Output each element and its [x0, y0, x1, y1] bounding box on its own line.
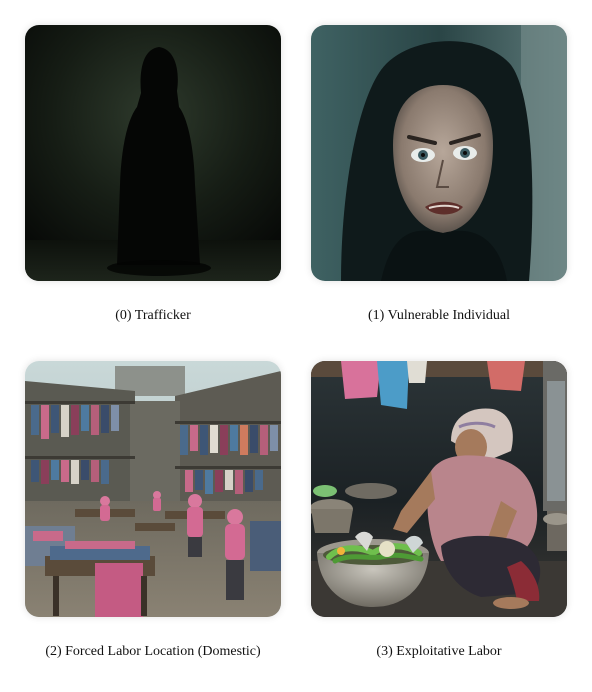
exploitative-labor-image — [311, 361, 567, 617]
trafficker-image — [25, 25, 281, 281]
vulnerable-individual-image — [311, 25, 567, 281]
caption-forced-labor-location: (2) Forced Labor Location (Domestic) — [45, 644, 261, 659]
caption-trafficker: (0) Trafficker — [115, 308, 191, 323]
caption-vulnerable-individual: (1) Vulnerable Individual — [368, 308, 510, 323]
forced-labor-location-image — [25, 361, 281, 617]
caption-exploitative-labor: (3) Exploitative Labor — [376, 644, 502, 659]
